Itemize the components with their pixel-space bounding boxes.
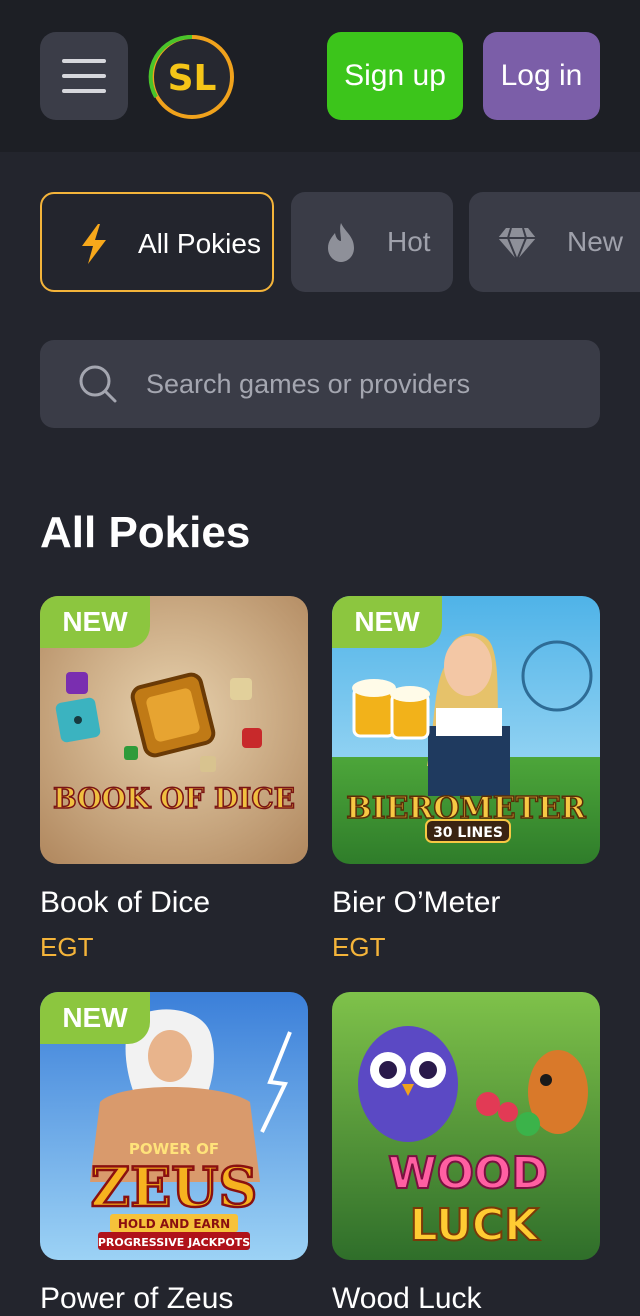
game-thumbnail[interactable]: WOOD LUCK: [332, 992, 600, 1260]
art-subtitle: 30 LINES: [433, 825, 503, 841]
section-title: All Pokies: [40, 508, 251, 557]
menu-line: [62, 74, 106, 78]
new-badge: NEW: [40, 596, 150, 648]
game-title[interactable]: Book of Dice: [40, 886, 210, 920]
art-title: BOOK OF DICE: [53, 782, 295, 815]
search-bar[interactable]: [40, 340, 600, 428]
diamond-icon: [498, 227, 536, 263]
game-title[interactable]: Power of Zeus: [40, 1282, 233, 1316]
site-logo[interactable]: SL: [148, 33, 236, 121]
filter-label: New: [567, 226, 624, 257]
game-title[interactable]: Wood Luck: [332, 1282, 482, 1316]
top-header: SL Sign up Log in: [0, 0, 640, 152]
hamburger-menu-button[interactable]: [40, 32, 128, 120]
log-in-button[interactable]: Log in: [483, 32, 600, 120]
menu-line: [62, 59, 106, 63]
search-input[interactable]: [146, 364, 566, 404]
lightning-icon: [82, 224, 106, 264]
menu-line: [62, 89, 106, 93]
game-provider[interactable]: EGT: [40, 932, 93, 963]
new-badge: NEW: [40, 992, 150, 1044]
filter-label: All Pokies: [138, 228, 261, 259]
filter-new[interactable]: New: [469, 192, 640, 292]
art-title: WOOD: [388, 1148, 548, 1199]
filter-hot[interactable]: Hot: [291, 192, 453, 292]
search-icon: [79, 365, 117, 403]
fire-icon: [328, 223, 354, 262]
filter-all-pokies[interactable]: All Pokies: [40, 192, 274, 292]
art-subtitle-2: PROGRESSIVE JACKPOTS: [98, 1236, 250, 1249]
art-title: ZEUS: [91, 1155, 258, 1219]
filter-label: Hot: [387, 226, 431, 257]
game-thumbnail[interactable]: BOOK OF DICE NEW: [40, 596, 308, 864]
game-provider[interactable]: EGT: [332, 932, 385, 963]
game-title[interactable]: Bier O’Meter: [332, 886, 500, 920]
game-thumbnail[interactable]: POWER OF ZEUS HOLD AND EARN PROGRESSIVE …: [40, 992, 308, 1260]
sign-up-button[interactable]: Sign up: [327, 32, 463, 120]
logo-text: SL: [168, 58, 217, 99]
art-subtitle: HOLD AND EARN: [118, 1217, 230, 1231]
new-badge: NEW: [332, 596, 442, 648]
game-thumbnail[interactable]: BIEROMETER 30 LINES NEW: [332, 596, 600, 864]
wood-luck-artwork: WOOD LUCK: [332, 992, 600, 1260]
art-title-2: LUCK: [410, 1200, 540, 1251]
